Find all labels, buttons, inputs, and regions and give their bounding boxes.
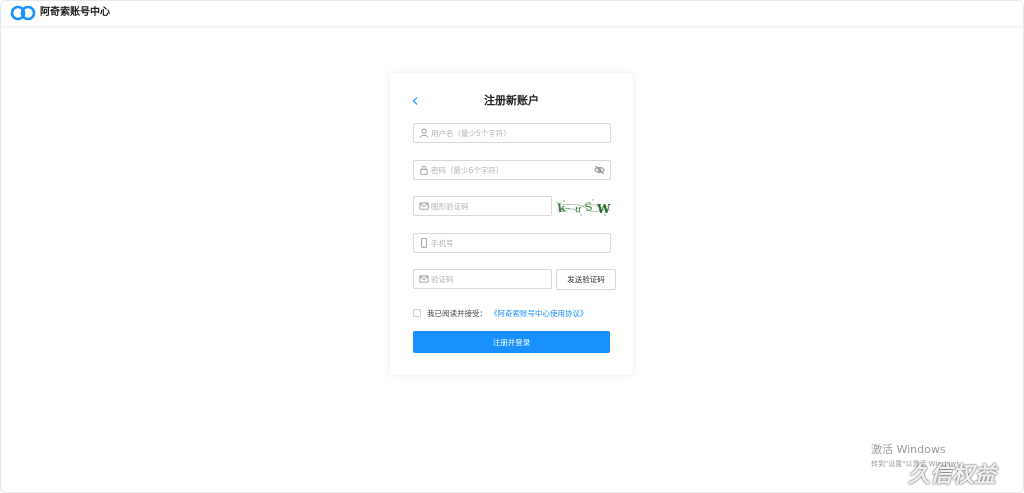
mobile-icon <box>421 238 427 248</box>
password-field[interactable] <box>413 160 611 180</box>
username-field[interactable] <box>413 123 611 143</box>
agreement-checkbox[interactable] <box>413 309 421 317</box>
svg-text:W: W <box>596 202 611 216</box>
phone-field[interactable] <box>413 233 611 253</box>
mail-icon <box>419 202 429 210</box>
send-code-button[interactable]: 发送验证码 <box>556 269 616 290</box>
register-login-button[interactable]: 注册并登录 <box>413 331 610 353</box>
activation-title: 激活 Windows <box>871 443 946 456</box>
register-card: 注册新账户 k - u S <box>390 73 633 375</box>
sms-code-field[interactable] <box>413 269 552 289</box>
brand-name: 阿奇索账号中心 <box>40 7 110 18</box>
user-icon <box>419 128 429 138</box>
password-input[interactable] <box>431 161 593 179</box>
agreement-text: 我已阅读并接受： <box>427 309 487 318</box>
captcha-image[interactable]: k - u S W <box>555 196 611 218</box>
page-title: 注册新账户 <box>484 94 539 107</box>
username-input[interactable] <box>431 124 593 142</box>
lock-icon <box>420 165 428 175</box>
phone-input[interactable] <box>431 234 593 252</box>
eye-off-icon[interactable] <box>594 165 605 175</box>
captcha-field[interactable] <box>413 196 552 216</box>
svg-text:-: - <box>567 204 570 214</box>
captcha-input[interactable] <box>431 197 534 215</box>
mail-icon <box>419 275 429 283</box>
top-header: 阿奇索账号中心 <box>0 0 1024 27</box>
agreement-link[interactable]: 《阿奇索账号中心使用协议》 <box>490 309 588 319</box>
watermark: 久信权益 <box>908 463 997 488</box>
sms-code-input[interactable] <box>431 270 534 288</box>
brand-logo-icon <box>10 5 36 21</box>
